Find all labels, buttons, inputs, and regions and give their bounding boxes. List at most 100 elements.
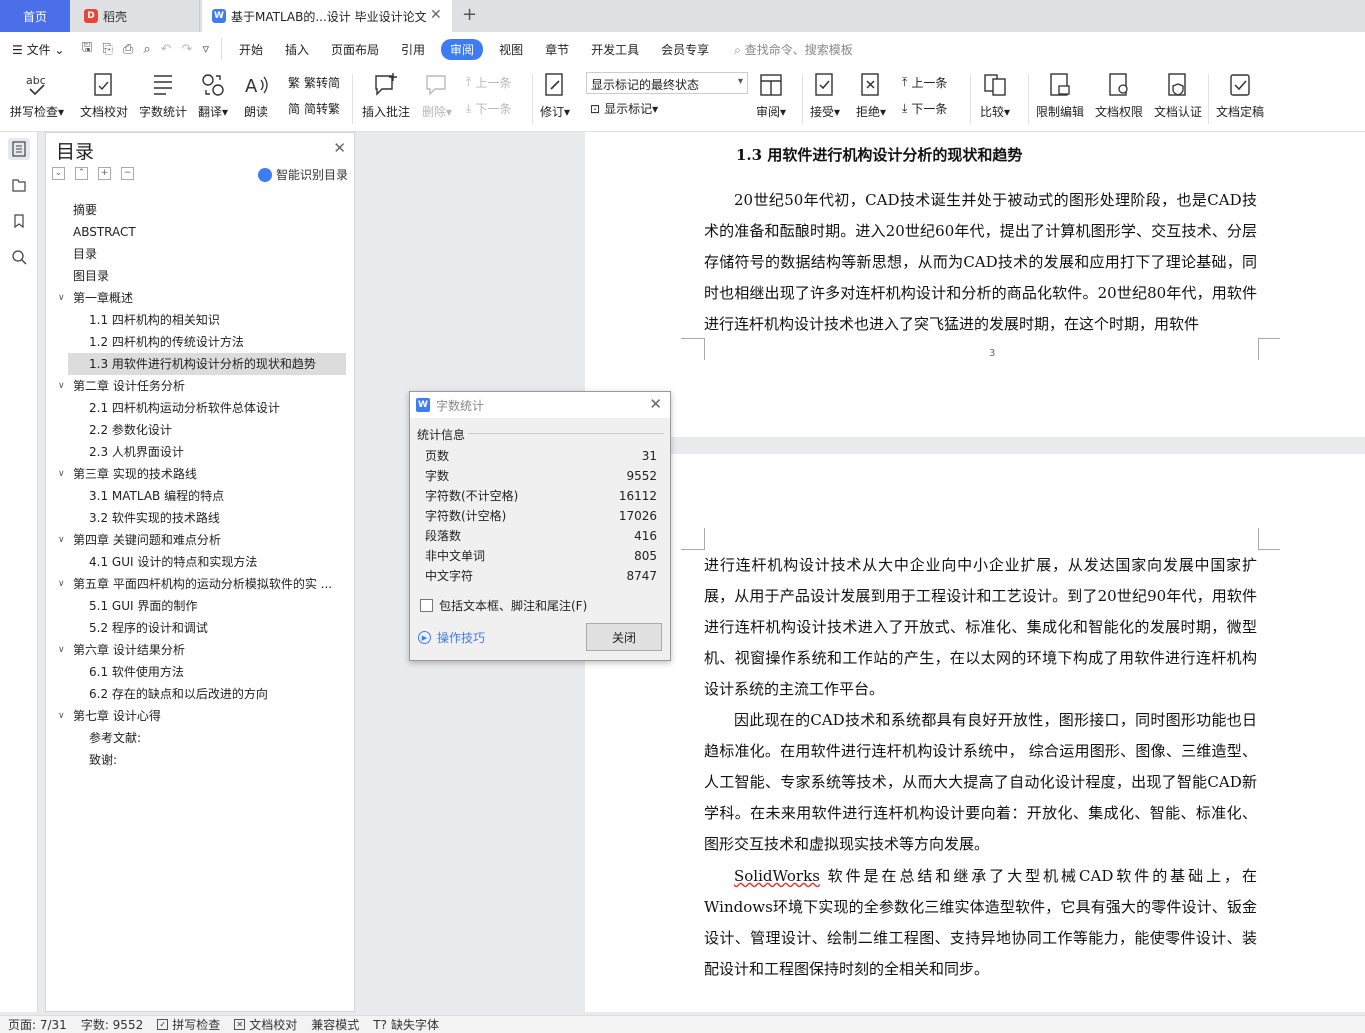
chevron-down-icon[interactable]: ∨ (58, 375, 65, 397)
chevron-down-icon[interactable]: ∨ (58, 287, 65, 309)
dialog-titlebar[interactable]: W 字数统计 (410, 392, 670, 418)
new-tab-icon[interactable]: + (462, 4, 477, 25)
doc-permission-button[interactable]: 文档权限 (1095, 70, 1143, 120)
tab-close-icon[interactable]: ✕ (430, 7, 442, 23)
body-paragraph[interactable]: 因此现在的CAD技术和系统都具有良好开放性，图形接口，同时图形功能也日趋标准化。… (704, 705, 1257, 860)
menu-member[interactable]: 会员专享 (650, 41, 720, 58)
accept-button[interactable]: 接受▾ (810, 70, 840, 120)
prev-comment-button[interactable]: ⤒ 上一条 (466, 74, 511, 91)
proof-status[interactable]: ✕ 文档校对 (234, 1016, 297, 1033)
misspelled-word[interactable]: SolidWorks (734, 867, 820, 885)
word-count-button[interactable]: 字数统计 (139, 70, 187, 120)
toc-item[interactable]: 3.2 软件实现的技术路线 (46, 507, 354, 529)
page-indicator[interactable]: 页面: 7/31 (8, 1016, 67, 1033)
toc-item[interactable]: 2.3 人机界面设计 (46, 441, 354, 463)
tab-home[interactable]: 首页 (0, 0, 70, 32)
toc-item[interactable]: 1.1 四杆机构的相关知识 (46, 309, 354, 331)
toc-item[interactable]: 参考文献: (46, 727, 354, 749)
bookmark-icon[interactable] (8, 210, 30, 232)
toc-item[interactable]: ∨ 第一章概述 (46, 287, 354, 309)
tab-daoke[interactable]: D 稻壳 (70, 0, 200, 32)
next-comment-button[interactable]: ⤓ 下一条 (466, 100, 511, 117)
output-pdf-icon[interactable]: ⎘ (103, 42, 113, 57)
menu-view[interactable]: 视图 (488, 41, 534, 58)
undo-icon[interactable]: ↶ (161, 42, 172, 57)
toc-item[interactable]: ∨ 第二章 设计任务分析 (46, 375, 354, 397)
menu-reference[interactable]: 引用 (390, 41, 436, 58)
spellcheck-button[interactable]: abc 拼写检查▾ (10, 70, 64, 120)
missing-font-status[interactable]: T? 缺失字体 (373, 1016, 439, 1033)
include-notes-checkbox[interactable]: 包括文本框、脚注和尾注(F) (420, 597, 587, 614)
toc-nav-icon[interactable] (8, 138, 30, 160)
menu-start[interactable]: 开始 (228, 41, 274, 58)
toc-item[interactable]: 5.2 程序的设计和调试 (46, 617, 354, 639)
search-icon[interactable] (8, 246, 30, 268)
toc-item[interactable]: 3.1 MATLAB 编程的特点 (46, 485, 354, 507)
toc-item[interactable]: ∨ 第七章 设计心得 (46, 705, 354, 727)
toc-item[interactable]: ∨ 第三章 实现的技术路线 (46, 463, 354, 485)
body-paragraph[interactable]: SolidWorks 软件是在总结和继承了大型机械CAD软件的基础上，在Wind… (704, 861, 1257, 985)
toc-item[interactable]: 5.1 GUI 界面的制作 (46, 595, 354, 617)
insert-comment-button[interactable]: 插入批注 (362, 70, 410, 120)
toc-item[interactable]: ∨ 第五章 平面四杆机构的运动分析模拟软件的实 ... (46, 573, 354, 595)
customize-icon[interactable]: ▿ (202, 42, 209, 57)
reject-button[interactable]: 拒绝▾ (856, 70, 886, 120)
menu-insert[interactable]: 插入 (274, 41, 320, 58)
toc-item[interactable]: 目录 (46, 243, 354, 265)
toc-item[interactable]: 2.2 参数化设计 (46, 419, 354, 441)
chevron-down-icon[interactable]: ∨ (58, 463, 65, 485)
menu-review[interactable]: 审阅 (441, 38, 484, 60)
toc-item[interactable]: 1.3 用软件进行机构设计分析的现状和趋势 (68, 353, 346, 375)
save-icon[interactable]: 🖫 (81, 38, 92, 60)
redo-icon[interactable]: ↷ (182, 42, 193, 57)
chapter-nav-icon[interactable] (8, 174, 30, 196)
add-heading-icon[interactable]: + (98, 167, 111, 180)
review-pane-button[interactable]: 审阅▾ (756, 70, 786, 120)
close-icon[interactable]: ✕ (333, 139, 346, 157)
chevron-down-icon[interactable]: ∨ (58, 529, 65, 551)
remove-heading-icon[interactable]: − (121, 167, 134, 180)
chevron-down-icon[interactable]: ∨ (58, 705, 65, 727)
translate-button[interactable]: 翻译▾ (198, 70, 228, 120)
print-preview-icon[interactable]: ⌕ (143, 42, 150, 57)
chevron-down-icon[interactable]: ∨ (58, 639, 65, 661)
toc-item[interactable]: ∨ 第四章 关键问题和难点分析 (46, 529, 354, 551)
doc-proof-button[interactable]: 文档校对 (80, 70, 128, 120)
simp-to-trad-button[interactable]: 简简转繁 (288, 100, 340, 117)
smart-toc-button[interactable]: 智能识别目录 (257, 166, 348, 183)
toc-item[interactable]: ∨ 第六章 设计结果分析 (46, 639, 354, 661)
toc-item[interactable]: 致谢: (46, 749, 354, 771)
toc-item[interactable]: 图目录 (46, 265, 354, 287)
command-search[interactable]: ⌕ 查找命令、搜索模板 (720, 41, 853, 58)
compare-button[interactable]: 比较▾ (980, 70, 1010, 120)
show-markup-button[interactable]: ⊡ 显示标记 ▾ (590, 100, 658, 117)
markup-state-select[interactable]: 显示标记的最终状态 (586, 72, 748, 94)
menu-developer[interactable]: 开发工具 (580, 41, 650, 58)
doc-certify-button[interactable]: 文档认证 (1154, 70, 1202, 120)
close-button[interactable]: 关闭 (586, 623, 662, 651)
close-icon[interactable]: ✕ (649, 395, 662, 413)
toc-item[interactable]: 6.2 存在的缺点和以后改进的方向 (46, 683, 354, 705)
collapse-all-icon[interactable]: ⌃ (75, 167, 88, 180)
print-icon[interactable]: ⎙ (123, 42, 133, 57)
tab-document[interactable]: W 基于MATLAB的...设计 毕业设计论文 (202, 0, 452, 32)
delete-comment-button[interactable]: 删除▾ (422, 70, 452, 120)
track-changes-button[interactable]: 修订▾ (540, 70, 570, 120)
toc-item[interactable]: 2.1 四杆机构运动分析软件总体设计 (46, 397, 354, 419)
toc-item[interactable]: 摘要 (46, 199, 354, 221)
spellcheck-status[interactable]: ✓ 拼写检查 (157, 1016, 220, 1033)
toc-item[interactable]: ABSTRACT (46, 221, 354, 243)
expand-all-icon[interactable]: ⌄ (52, 167, 65, 180)
read-aloud-button[interactable]: A 朗读 (243, 70, 269, 120)
doc-finalize-button[interactable]: 文档定稿 (1216, 70, 1264, 120)
toc-item[interactable]: 6.1 软件使用方法 (46, 661, 354, 683)
body-paragraph[interactable]: 20世纪50年代初，CAD技术诞生并处于被动式的图形处理阶段，也是CAD技术的准… (704, 185, 1257, 340)
menu-chapter[interactable]: 章节 (534, 41, 580, 58)
file-menu[interactable]: ☰ 文件 ⌄ (0, 41, 75, 58)
restrict-edit-button[interactable]: 限制编辑 (1036, 70, 1084, 120)
menu-layout[interactable]: 页面布局 (320, 41, 390, 58)
toc-item[interactable]: 4.1 GUI 设计的特点和实现方法 (46, 551, 354, 573)
word-count-indicator[interactable]: 字数: 9552 (81, 1016, 143, 1033)
body-paragraph[interactable]: 进行连杆机构设计技术从大中企业向中小企业扩展，从发达国家向发展中国家扩展，从用于… (704, 550, 1257, 705)
toc-item[interactable]: 1.2 四杆机构的传统设计方法 (46, 331, 354, 353)
